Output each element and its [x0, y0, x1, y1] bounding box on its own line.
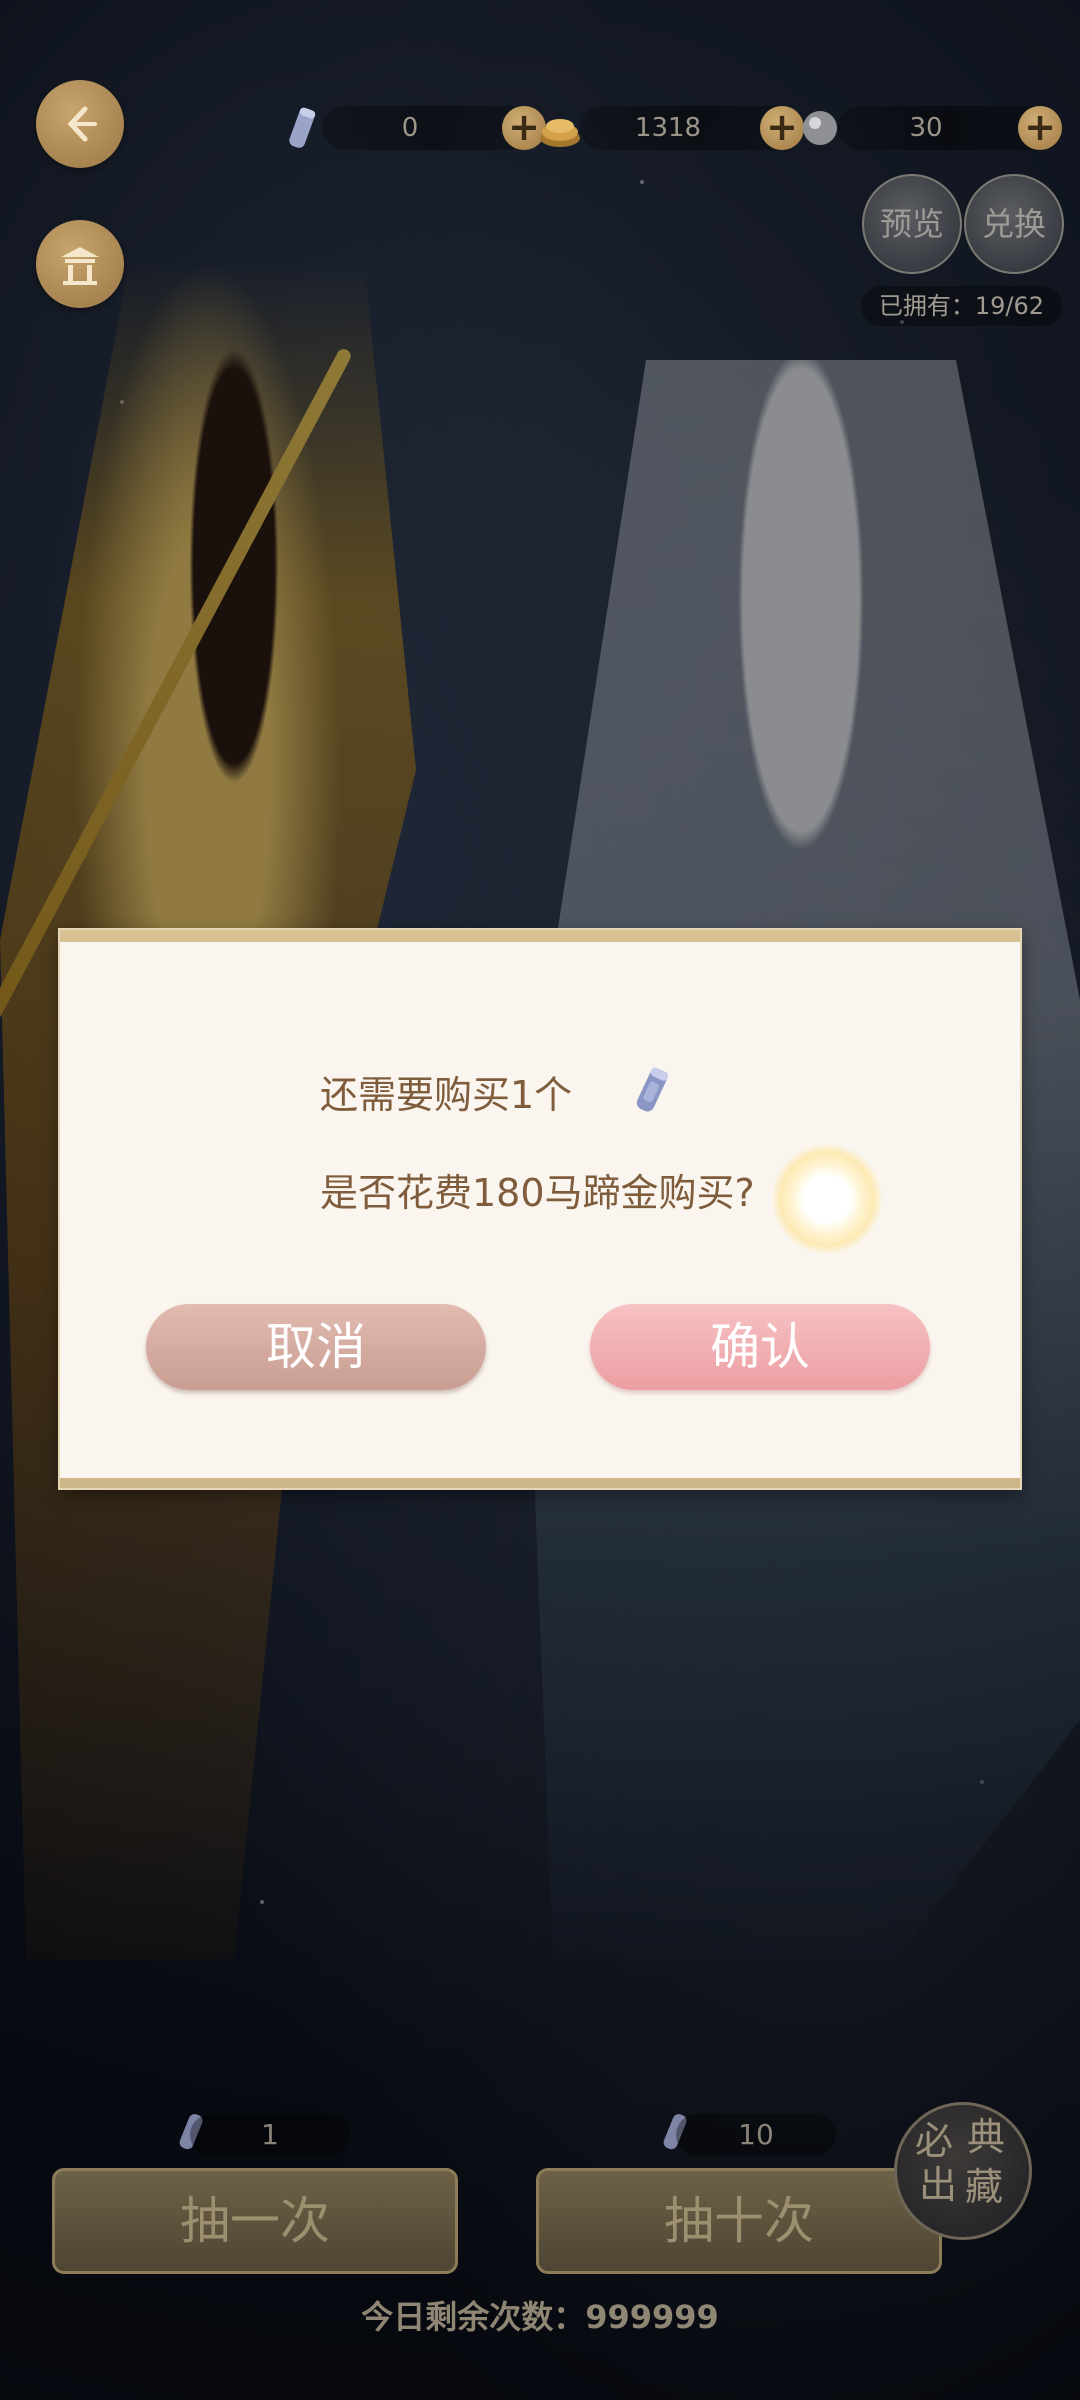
home-button[interactable] — [36, 220, 124, 308]
sparkle-glow — [772, 1144, 882, 1254]
draw-once-button[interactable]: 抽一次 — [52, 2168, 458, 2274]
currency-value: 1318 — [634, 113, 702, 143]
dialog-cost-text: 是否花费180马蹄金购买? — [320, 1171, 755, 1215]
preview-button[interactable]: 预览 — [862, 174, 962, 274]
pavilion-icon — [61, 247, 99, 285]
daily-remaining-count: 今日剩余次数：999999 — [361, 2298, 719, 2336]
ten-draw-cost: 10 — [676, 2114, 836, 2156]
single-draw-cost: 1 — [190, 2114, 350, 2156]
exchange-button[interactable]: 兑换 — [964, 174, 1064, 274]
seal-char: 藏 — [965, 2165, 1004, 2209]
add-pearl-button[interactable]: + — [1018, 106, 1062, 150]
back-icon — [67, 106, 97, 142]
horseshoe-gold-icon — [540, 119, 580, 147]
back-button[interactable] — [36, 80, 124, 168]
currency-pearl: 30 + — [803, 106, 1062, 150]
cancel-button[interactable]: 取消 — [146, 1304, 486, 1390]
currency-gold: 1318 + — [540, 106, 804, 150]
currency-value: 0 — [401, 113, 419, 143]
guaranteed-collection-seal[interactable]: 必 典 出 藏 — [894, 2102, 1032, 2240]
seal-char: 出 — [919, 2163, 958, 2207]
currency-scroll: 0 + — [289, 106, 546, 150]
currency-value: 30 — [909, 113, 943, 143]
confirm-button[interactable]: 确认 — [590, 1304, 930, 1390]
scroll-ticket-icon — [636, 1067, 669, 1112]
pearl-icon — [803, 111, 837, 145]
seal-char: 典 — [967, 2115, 1006, 2159]
purchase-dialog: 还需要购买1个 是否花费180马蹄金购买? 取消 确认 — [60, 930, 1020, 1488]
draw-ten-button[interactable]: 抽十次 — [536, 2168, 942, 2274]
scroll-ticket-icon — [289, 107, 316, 148]
owned-count: 已拥有：19/62 — [860, 286, 1062, 326]
seal-char: 必 — [915, 2119, 954, 2163]
dialog-need-text: 还需要购买1个 — [320, 1073, 573, 1117]
